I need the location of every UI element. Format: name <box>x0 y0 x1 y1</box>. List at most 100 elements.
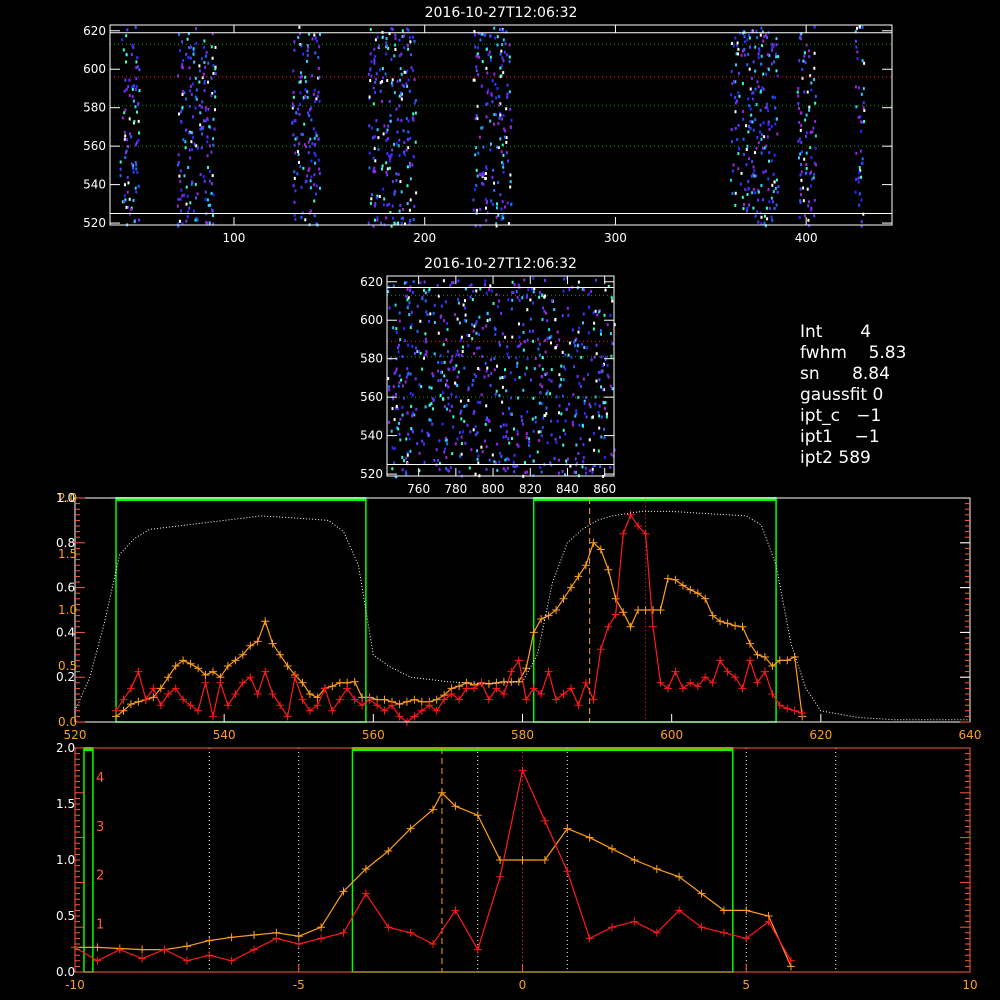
data-point-orange <box>335 678 344 687</box>
data-point-red <box>335 695 344 704</box>
data-pixel <box>566 306 569 310</box>
data-pixel <box>495 293 498 297</box>
data-pixel <box>749 45 751 49</box>
data-pixel <box>563 365 565 369</box>
data-pixel <box>405 375 408 379</box>
data-pixel <box>806 187 809 191</box>
data-pixel <box>370 197 373 201</box>
data-point-red <box>608 923 616 932</box>
data-pixel <box>506 345 509 349</box>
x-tick-label: 100 <box>223 231 246 245</box>
data-pixel <box>408 221 411 225</box>
data-pixel <box>414 111 417 115</box>
data-pixel <box>391 84 394 88</box>
data-pixel <box>396 130 399 134</box>
data-pixel <box>597 449 600 453</box>
data-pixel <box>561 469 564 473</box>
data-pixel <box>604 406 606 410</box>
data-pixel <box>405 437 408 441</box>
data-pixel <box>457 279 460 283</box>
data-pixel <box>506 83 509 87</box>
data-pixel <box>394 37 397 41</box>
data-pixel <box>191 82 194 86</box>
data-pixel <box>814 101 817 105</box>
data-pixel <box>398 311 401 315</box>
data-pixel <box>577 452 580 455</box>
data-point-orange <box>276 650 285 659</box>
data-pixel <box>537 430 540 434</box>
data-pixel <box>800 163 802 166</box>
data-pixel <box>755 146 758 150</box>
data-pixel <box>518 299 521 303</box>
data-pixel <box>855 151 858 155</box>
data-pixel <box>406 298 409 302</box>
data-pixel <box>430 402 433 406</box>
data-pixel <box>506 95 509 99</box>
data-pixel <box>525 432 528 436</box>
data-pixel <box>509 180 512 184</box>
data-pixel <box>747 97 750 101</box>
data-pixel <box>186 194 189 198</box>
data-pixel <box>766 53 769 57</box>
data-pixel <box>475 69 478 73</box>
data-pixel <box>761 86 764 90</box>
data-pixel <box>578 326 581 330</box>
data-point-orange <box>164 673 173 682</box>
data-pixel <box>317 56 320 59</box>
green-window <box>83 747 94 973</box>
data-pixel <box>551 299 554 303</box>
data-pixel <box>506 92 509 96</box>
data-pixel <box>772 172 775 176</box>
data-pixel <box>757 56 760 60</box>
data-pixel <box>460 338 462 342</box>
data-pixel <box>577 395 580 399</box>
data-point-orange <box>317 923 326 932</box>
data-pixel <box>579 437 582 441</box>
data-pixel <box>486 102 489 106</box>
data-pixel <box>397 384 400 388</box>
data-pixel <box>187 166 190 169</box>
data-pixel <box>393 192 396 196</box>
data-pixel <box>799 173 802 177</box>
data-pixel <box>559 435 561 439</box>
data-point-orange <box>611 594 620 603</box>
data-pixel <box>577 330 580 334</box>
data-pixel <box>464 441 467 445</box>
y-tick-label: 540 <box>83 178 106 192</box>
data-pixel <box>550 419 553 423</box>
data-pixel <box>450 392 453 396</box>
data-pixel <box>442 279 445 283</box>
data-pixel <box>188 46 191 50</box>
data-pixel <box>756 136 759 139</box>
data-point-red <box>141 695 150 704</box>
data-pixel <box>745 148 748 151</box>
data-pixel <box>192 52 195 56</box>
data-pixel <box>424 405 427 409</box>
data-pixel <box>407 47 410 51</box>
data-pixel <box>181 93 184 96</box>
data-pixel <box>476 52 479 56</box>
data-pixel <box>560 412 563 416</box>
data-pixel <box>398 374 401 378</box>
data-pixel <box>300 44 303 48</box>
data-pixel <box>388 154 391 158</box>
data-pixel <box>410 427 413 431</box>
data-pixel <box>212 64 215 67</box>
data-point-red <box>589 695 598 704</box>
y-tick-label: 520 <box>83 216 106 230</box>
data-pixel <box>307 151 310 155</box>
data-pixel <box>137 102 140 105</box>
data-pixel <box>553 456 556 460</box>
data-pixel <box>401 468 404 472</box>
data-pixel <box>751 77 753 80</box>
data-pixel <box>776 132 779 136</box>
data-pixel <box>377 147 380 151</box>
y-tick-label: 1.0 <box>56 853 75 867</box>
data-pixel <box>205 50 208 54</box>
data-pixel <box>493 72 496 76</box>
data-pixel <box>581 465 584 469</box>
data-pixel <box>312 127 315 131</box>
data-pixel <box>494 113 497 117</box>
data-pixel <box>456 384 459 387</box>
data-pixel <box>298 142 301 146</box>
